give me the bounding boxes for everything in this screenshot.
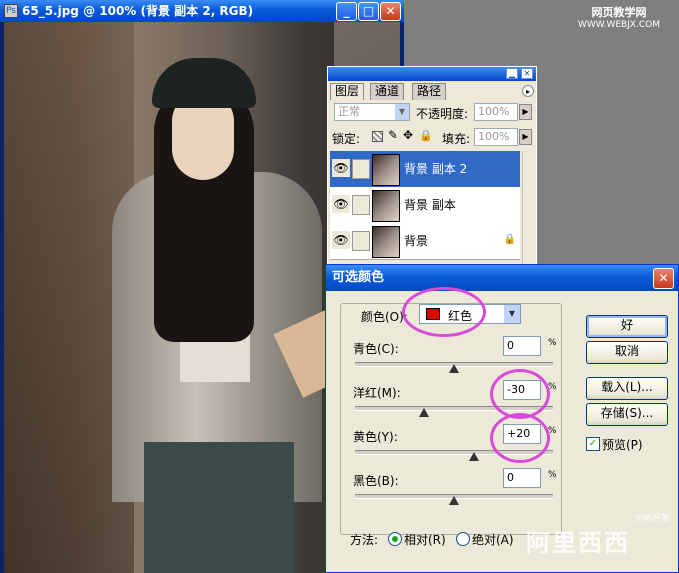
chevron-down-icon: ▼ xyxy=(395,104,409,120)
method-absolute-label: 绝对(A) xyxy=(472,533,514,547)
tab-channels[interactable]: 通道 xyxy=(370,83,405,100)
dialog-close-button[interactable]: ✕ xyxy=(653,268,674,289)
opacity-value: 100% xyxy=(478,105,510,118)
layer-row[interactable]: 👁 背景 副本 2 xyxy=(330,151,520,188)
fill-label: 填充: xyxy=(442,132,471,146)
layers-panel: ▁ ✕ 图层 通道 路径 ▸ 正常 ▼ 不透明度: 100% ▶ 锁定: ✎ ✥… xyxy=(327,66,537,266)
load-button[interactable]: 载入(L)... xyxy=(586,377,668,400)
preview-checkbox[interactable]: ✓ xyxy=(586,437,600,451)
tab-paths[interactable]: 路径 xyxy=(412,83,447,100)
cyan-input[interactable]: 0 xyxy=(503,336,541,356)
opacity-arrow-icon[interactable]: ▶ xyxy=(519,104,532,120)
panel-close-icon[interactable]: ✕ xyxy=(521,68,533,79)
watermark-line2: WWW.WEBJX.COM xyxy=(577,20,661,30)
layer-thumbnail xyxy=(372,190,400,222)
lock-icon: 🔒 xyxy=(503,234,516,245)
lock-all-icon[interactable]: 🔒 xyxy=(419,129,433,142)
panel-minimize-icon[interactable]: ▁ xyxy=(506,68,518,79)
layer-name: 背景 副本 2 xyxy=(404,162,468,176)
layer-name: 背景 副本 xyxy=(404,198,456,212)
close-button[interactable]: ✕ xyxy=(380,2,401,21)
yellow-label: 黄色(Y): xyxy=(353,430,398,444)
link-slot[interactable] xyxy=(352,231,370,251)
blend-mode-value: 正常 xyxy=(338,105,360,118)
layers-tabs: 图层 通道 路径 ▸ xyxy=(330,83,534,100)
preview-label: 预览(P) xyxy=(602,438,643,452)
selective-color-dialog: 可选颜色 ✕ 颜色(O): 红色 ▼ 青色(C): 0 % 洋红(M): -30… xyxy=(325,264,679,573)
link-slot[interactable] xyxy=(352,195,370,215)
opacity-input[interactable]: 100% xyxy=(474,103,518,121)
method-relative-label: 相对(R) xyxy=(404,533,446,547)
watermark-line1: 网页教学网 xyxy=(591,6,647,19)
layer-name: 背景 xyxy=(404,234,429,248)
black-slider-thumb[interactable] xyxy=(449,496,459,505)
opacity-label: 不透明度: xyxy=(416,107,469,121)
method-absolute-radio[interactable] xyxy=(456,532,470,546)
layer-thumbnail xyxy=(372,226,400,258)
layer-thumbnail xyxy=(372,154,400,186)
dialog-title[interactable]: 可选颜色 xyxy=(326,265,678,291)
lock-transparency-icon[interactable] xyxy=(372,131,383,142)
color-label: 颜色(O): xyxy=(361,310,408,324)
method-relative-radio[interactable] xyxy=(388,532,402,546)
save-button[interactable]: 存储(S)... xyxy=(586,403,668,426)
eye-icon[interactable]: 👁 xyxy=(332,159,350,177)
black-input[interactable]: 0 xyxy=(503,468,541,488)
panel-menu-icon[interactable]: ▸ xyxy=(522,85,534,97)
tab-layers[interactable]: 图层 xyxy=(330,83,365,100)
highlight-marker xyxy=(490,413,550,463)
lock-move-icon[interactable]: ✥ xyxy=(403,128,413,142)
lock-label: 锁定: xyxy=(332,132,361,146)
cyan-label: 青色(C): xyxy=(353,342,399,356)
dialog-watermark: 996开发 阿里西西 xyxy=(526,514,676,557)
percent-label: % xyxy=(548,470,557,480)
layer-row[interactable]: 👁 背景 🔒 xyxy=(330,223,520,260)
fill-arrow-icon[interactable]: ▶ xyxy=(519,129,532,145)
yellow-slider-thumb[interactable] xyxy=(468,452,479,461)
layers-panel-titlebar[interactable]: ▁ ✕ xyxy=(328,67,536,81)
lock-paint-icon[interactable]: ✎ xyxy=(388,128,398,142)
eye-icon[interactable]: 👁 xyxy=(332,195,350,213)
blend-mode-select[interactable]: 正常 ▼ xyxy=(334,103,410,121)
method-label: 方法: xyxy=(350,533,379,547)
photo-pants xyxy=(144,442,294,573)
highlight-marker xyxy=(490,369,550,419)
layers-scrollbar[interactable] xyxy=(522,151,535,265)
maximize-button[interactable]: □ xyxy=(358,2,379,21)
cancel-button[interactable]: 取消 xyxy=(586,341,668,364)
fill-input[interactable]: 100% xyxy=(474,128,518,146)
highlight-marker xyxy=(402,287,486,337)
lock-row: 锁定: ✎ ✥ 🔒 填充: 100% ▶ xyxy=(330,127,534,147)
cyan-slider-thumb[interactable] xyxy=(449,364,459,373)
minimize-button[interactable]: _ xyxy=(336,2,357,21)
dialog-watermark-small: 996开发 xyxy=(634,514,670,524)
magenta-label: 洋红(M): xyxy=(353,386,401,400)
fill-value: 100% xyxy=(478,130,510,143)
blend-row: 正常 ▼ 不透明度: 100% ▶ xyxy=(330,103,534,123)
layer-row[interactable]: 👁 背景 副本 xyxy=(330,187,520,224)
eye-icon[interactable]: 👁 xyxy=(332,231,350,249)
photoshop-doc-icon[interactable]: Ps xyxy=(4,4,18,18)
black-label: 黑色(B): xyxy=(353,474,399,488)
brush-icon[interactable] xyxy=(352,159,370,179)
chevron-down-icon: ▼ xyxy=(504,305,520,323)
magenta-slider-thumb[interactable] xyxy=(419,408,430,417)
percent-label: % xyxy=(548,338,557,348)
photo-hat xyxy=(152,58,256,108)
site-watermark: 网页教学网 WWW.WEBJX.COM xyxy=(560,6,678,34)
dialog-watermark-main: 阿里西西 xyxy=(526,529,630,557)
ok-button[interactable]: 好 xyxy=(586,315,668,338)
